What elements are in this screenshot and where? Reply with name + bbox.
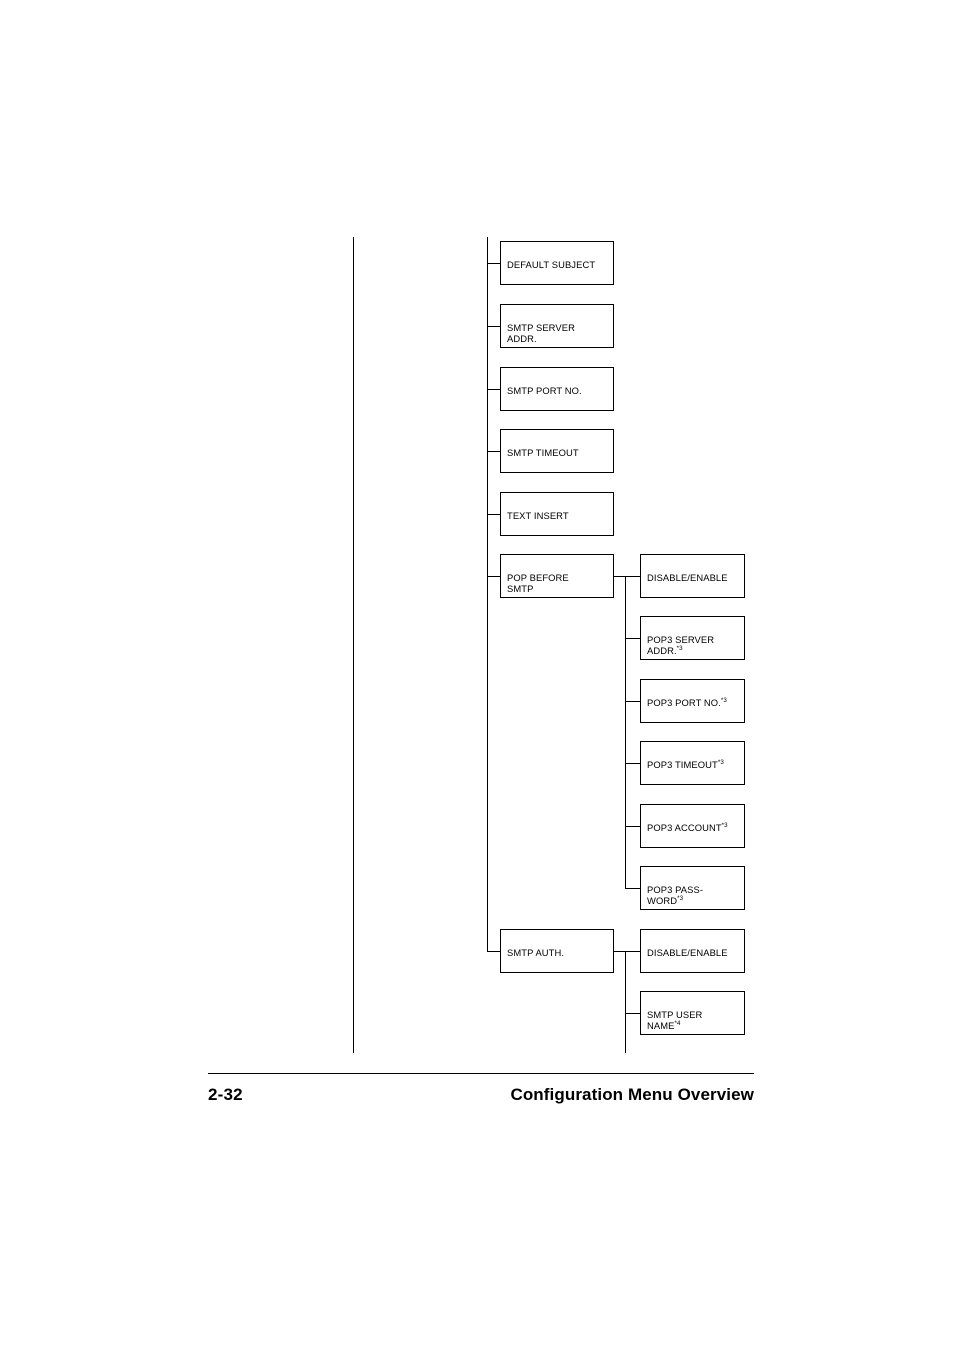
- connector-smtp-auth: [487, 951, 501, 952]
- node-label: DEFAULT SUBJECT: [507, 258, 596, 270]
- node-label: POP3 TIMEOUT: [647, 758, 718, 770]
- node-smtp-auth[interactable]: SMTP AUTH.: [500, 929, 614, 973]
- connector-pop3-password: [625, 888, 641, 889]
- node-text-insert[interactable]: TEXT INSERT: [500, 492, 614, 536]
- connector-auth-disable-enable: [625, 951, 641, 952]
- node-smtp-timeout[interactable]: SMTP TIMEOUT: [500, 429, 614, 473]
- node-pop3-timeout[interactable]: POP3 TIMEOUT*3: [640, 741, 745, 785]
- connector-smtp-timeout: [487, 451, 501, 452]
- connector-pop3-account: [625, 826, 641, 827]
- node-label: DISABLE/ENABLE: [647, 571, 728, 583]
- connector-pop-disable-enable: [625, 576, 641, 577]
- node-label: SMTP TIMEOUT: [507, 446, 579, 458]
- node-label: SMTP AUTH.: [507, 946, 565, 958]
- node-pop-disable-enable[interactable]: DISABLE/ENABLE: [640, 554, 745, 598]
- footnote-marker: *3: [720, 696, 727, 704]
- footnote-marker: *3: [717, 758, 724, 766]
- node-label: TEXT INSERT: [507, 509, 569, 521]
- page-number: 2-32: [208, 1085, 243, 1104]
- node-pop3-account[interactable]: POP3 ACCOUNT*3: [640, 804, 745, 848]
- connector-pop3-server-addr: [625, 638, 641, 639]
- parent-trunk-line: [353, 237, 354, 1053]
- connector-pop3-port-no: [625, 701, 641, 702]
- node-auth-disable-enable[interactable]: DISABLE/ENABLE: [640, 929, 745, 973]
- connector-smtp-port-no: [487, 389, 501, 390]
- node-smtp-port-no[interactable]: SMTP PORT NO.: [500, 367, 614, 411]
- footnote-marker: *3: [677, 895, 684, 903]
- menu-tree-diagram: DEFAULT SUBJECT SMTP SERVER ADDR. SMTP P…: [0, 0, 954, 1350]
- node-label: POP3 PASS- WORD: [647, 883, 704, 907]
- connector-pop3-timeout: [625, 763, 641, 764]
- node-pop3-port-no[interactable]: POP3 PORT NO.*3: [640, 679, 745, 723]
- footnote-marker: *3: [676, 645, 683, 653]
- node-label: SMTP PORT NO.: [507, 384, 582, 396]
- node-label: DISABLE/ENABLE: [647, 946, 728, 958]
- node-pop3-server-addr[interactable]: POP3 SERVER ADDR.*3: [640, 616, 745, 660]
- footnote-marker: *3: [721, 821, 728, 829]
- page-footer: 2-32 Configuration Menu Overview: [208, 1081, 754, 1109]
- running-head-title: Configuration Menu Overview: [510, 1085, 754, 1104]
- level2-trunk-line-pop: [625, 576, 626, 889]
- node-pop-before-smtp[interactable]: POP BEFORE SMTP: [500, 554, 614, 598]
- connector-smtp-user-name: [625, 1013, 641, 1014]
- level2-trunk-line-auth: [625, 951, 626, 1053]
- footer-rule: [208, 1073, 754, 1075]
- connector-pop-before-smtp: [487, 576, 501, 577]
- node-smtp-user-name[interactable]: SMTP USER NAME*4: [640, 991, 745, 1035]
- connector-smtp-server-addr: [487, 326, 501, 327]
- footnote-marker: *4: [674, 1020, 681, 1028]
- node-pop3-password[interactable]: POP3 PASS- WORD*3: [640, 866, 745, 910]
- node-default-subject[interactable]: DEFAULT SUBJECT: [500, 241, 614, 285]
- connector-text-insert: [487, 514, 501, 515]
- level1-trunk-line: [487, 237, 488, 951]
- node-label: POP3 PORT NO.: [647, 696, 721, 708]
- connector-default-subject: [487, 263, 501, 264]
- node-label: POP3 ACCOUNT: [647, 821, 722, 833]
- node-label: POP BEFORE SMTP: [507, 571, 569, 595]
- node-smtp-server-addr[interactable]: SMTP SERVER ADDR.: [500, 304, 614, 348]
- node-label: SMTP SERVER ADDR.: [507, 321, 575, 345]
